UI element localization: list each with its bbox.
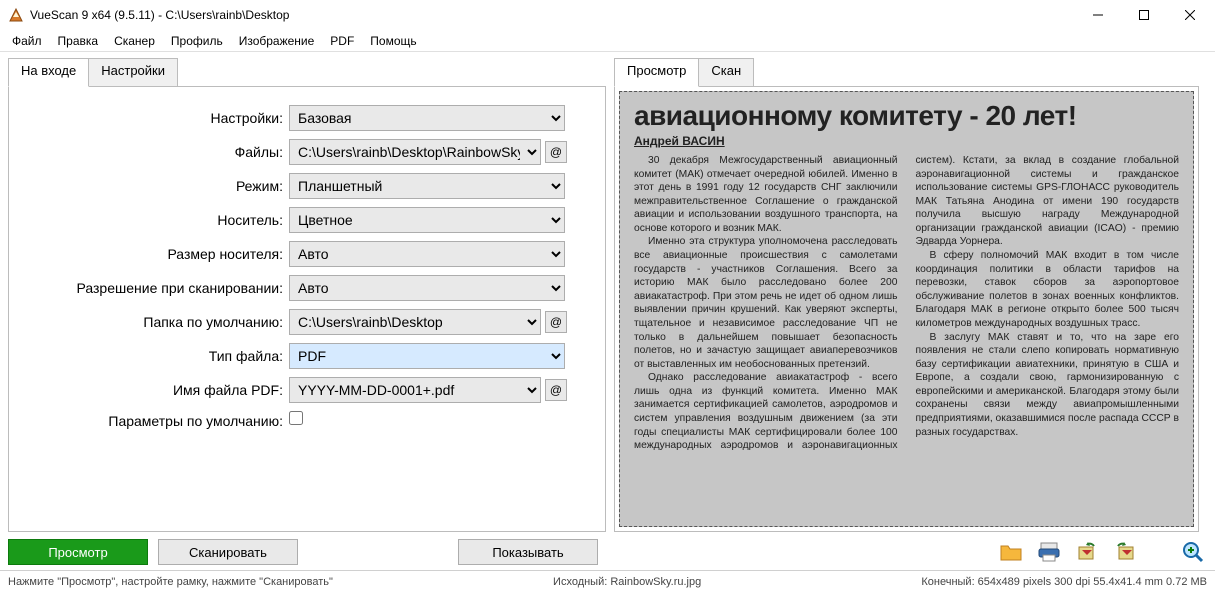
resolution-label: Разрешение при сканировании: xyxy=(19,275,289,301)
rotate-left-icon[interactable] xyxy=(1073,539,1101,565)
files-label: Файлы: xyxy=(19,139,289,165)
scanned-document: авиационному комитету - 20 лет! Андрей В… xyxy=(620,92,1193,526)
close-button[interactable] xyxy=(1167,0,1213,30)
article-paragraph: 30 декабря Межгосударственный авиационны… xyxy=(634,154,898,235)
article-byline: Андрей ВАСИН xyxy=(634,134,1179,148)
menu-pdf[interactable]: PDF xyxy=(322,32,362,50)
files-browse-button[interactable]: @ xyxy=(545,141,567,163)
show-button[interactable]: Показывать xyxy=(458,539,598,565)
tab-preview[interactable]: Просмотр xyxy=(614,58,699,87)
pdfname-label: Имя файла PDF: xyxy=(19,377,289,403)
folder-icon[interactable] xyxy=(997,539,1025,565)
menu-scanner[interactable]: Сканер xyxy=(106,32,163,50)
menu-help[interactable]: Помощь xyxy=(362,32,424,50)
default-folder-select[interactable]: C:\Users\rainb\Desktop xyxy=(289,309,541,335)
defaults-checkbox[interactable] xyxy=(289,411,303,425)
menubar: Файл Правка Сканер Профиль Изображение P… xyxy=(0,30,1215,52)
zoom-in-icon[interactable] xyxy=(1179,539,1207,565)
menu-edit[interactable]: Правка xyxy=(50,32,107,50)
pdfname-browse-button[interactable]: @ xyxy=(545,379,567,401)
maximize-button[interactable] xyxy=(1121,0,1167,30)
menu-image[interactable]: Изображение xyxy=(231,32,323,50)
status-source: Исходный: RainbowSky.ru.jpg xyxy=(357,576,897,588)
options-select[interactable]: Базовая xyxy=(289,105,565,131)
filetype-select[interactable]: PDF xyxy=(289,343,565,369)
menu-profile[interactable]: Профиль xyxy=(163,32,231,50)
status-hint: Нажмите "Просмотр", настройте рамку, наж… xyxy=(8,576,333,588)
media-label: Носитель: xyxy=(19,207,289,233)
default-folder-browse-button[interactable]: @ xyxy=(545,311,567,333)
scan-button[interactable]: Сканировать xyxy=(158,539,298,565)
tab-input[interactable]: На входе xyxy=(8,58,89,87)
filetype-label: Тип файла: xyxy=(19,343,289,369)
preview-button[interactable]: Просмотр xyxy=(8,539,148,565)
mode-label: Режим: xyxy=(19,173,289,199)
resolution-select[interactable]: Авто xyxy=(289,275,565,301)
pdfname-select[interactable]: YYYY-MM-DD-0001+.pdf xyxy=(289,377,541,403)
article-headline: авиационному комитету - 20 лет! xyxy=(634,100,1179,132)
menu-file[interactable]: Файл xyxy=(4,32,50,50)
tab-settings[interactable]: Настройки xyxy=(88,58,178,86)
mediasize-label: Размер носителя: xyxy=(19,241,289,267)
status-output: Конечный: 654x489 pixels 300 dpi 55.4x41… xyxy=(921,576,1207,588)
article-paragraph: В сферу полномочий МАК входит в том числ… xyxy=(916,249,1180,330)
tab-scan[interactable]: Скан xyxy=(698,58,754,86)
app-icon xyxy=(8,7,24,23)
window-title: VueScan 9 x64 (9.5.11) - C:\Users\rainb\… xyxy=(30,8,1075,22)
rotate-right-icon[interactable] xyxy=(1111,539,1139,565)
options-label: Настройки: xyxy=(19,105,289,131)
preview-canvas[interactable]: авиационному комитету - 20 лет! Андрей В… xyxy=(619,91,1194,527)
mediasize-select[interactable]: Авто xyxy=(289,241,565,267)
printer-icon[interactable] xyxy=(1035,539,1063,565)
minimize-button[interactable] xyxy=(1075,0,1121,30)
defaults-label: Параметры по умолчанию: xyxy=(19,411,289,430)
files-select[interactable]: C:\Users\rainb\Desktop\RainbowSky xyxy=(289,139,541,165)
article-paragraph: В заслугу МАК ставят и то, что на заре е… xyxy=(916,331,1180,440)
media-select[interactable]: Цветное xyxy=(289,207,565,233)
mode-select[interactable]: Планшетный xyxy=(289,173,565,199)
article-paragraph: Именно эта структура уполномочена рассле… xyxy=(634,235,898,371)
default-folder-label: Папка по умолчанию: xyxy=(19,309,289,335)
